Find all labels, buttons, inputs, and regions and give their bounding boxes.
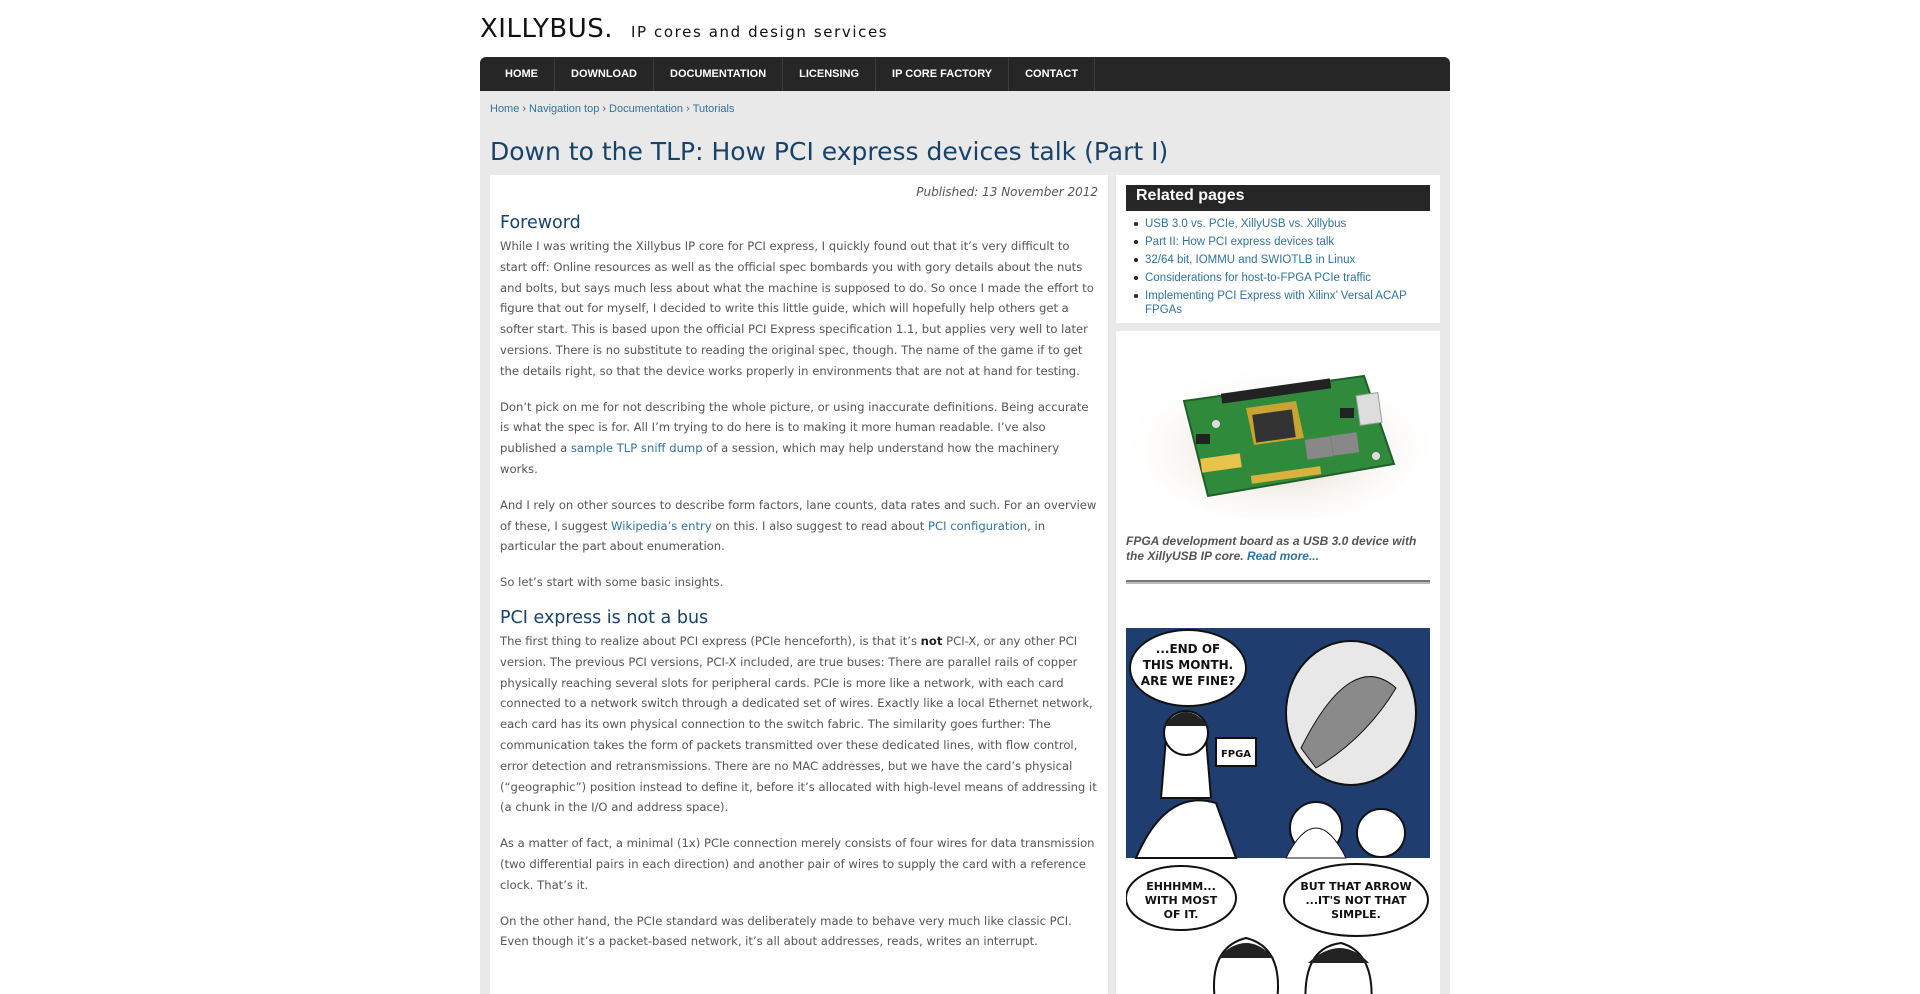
logo-tagline: IP cores and design services — [631, 23, 889, 41]
list-item: Part II: How PCI express devices talk — [1126, 235, 1430, 249]
paragraph: While I was writing the Xillybus IP core… — [500, 239, 1094, 378]
sidebar-promo-box: FPGA development board as a USB 3.0 devi… — [1116, 331, 1440, 994]
svg-text:OF IT.: OF IT. — [1164, 908, 1199, 921]
article-content: Published: 13 November 2012 Foreword Whi… — [490, 175, 1108, 994]
section-title-foreword: Foreword — [500, 213, 581, 233]
paragraph: So let’s start with some basic insights. — [500, 575, 724, 590]
breadcrumb-separator: › — [686, 103, 690, 115]
published-date: Published: 13 November 2012 — [916, 185, 1098, 199]
paragraph: And I rely on other sources to describe … — [500, 495, 1098, 557]
related-link[interactable]: Considerations for host-to-FPGA PCIe tra… — [1145, 272, 1371, 284]
list-item: Considerations for host-to-FPGA PCIe tra… — [1126, 271, 1430, 285]
svg-text:WITH MOST: WITH MOST — [1145, 894, 1218, 907]
page-body: Home › Navigation top › Documentation › Tutori… — [480, 91, 1450, 994]
breadcrumb-home[interactable]: Home — [490, 103, 519, 115]
page-title: Down to the TLP: How PCI express devices… — [490, 137, 1169, 166]
sample-tlp-link[interactable]: sample TLP sniff dump — [571, 441, 703, 455]
paragraph: The first thing to realize about PCI exp… — [500, 631, 1098, 818]
list-item: USB 3.0 vs. PCIe, XillyUSB vs. Xillybus — [1126, 217, 1430, 231]
nav-contact[interactable]: CONTACT — [1009, 57, 1096, 91]
breadcrumb: Home › Navigation top › Documentation › Tutori… — [490, 103, 734, 115]
comic-bubble-3: BUT THAT ARROW — [1300, 880, 1411, 893]
breadcrumb-separator: › — [522, 103, 527, 115]
svg-text:ARE WE FINE?: ARE WE FINE? — [1141, 674, 1235, 688]
related-link[interactable]: Part II: How PCI express devices talk — [1145, 236, 1334, 248]
comic-bubble-1: ...END OF — [1156, 642, 1220, 656]
site-logo[interactable]: XILLYBUS. IP cores and design services — [480, 14, 888, 44]
pci-configuration-link[interactable]: PCI configuration — [928, 519, 1027, 533]
svg-text:...IT'S NOT THAT: ...IT'S NOT THAT — [1305, 894, 1407, 907]
related-link[interactable]: 32/64 bit, IOMMU and SWIOTLB in Linux — [1145, 254, 1355, 266]
related-pages-list: USB 3.0 vs. PCIe, XillyUSB vs. Xillybus … — [1126, 217, 1430, 317]
breadcrumb-navigation-top[interactable]: Navigation top — [529, 103, 599, 115]
nav-ip-core-factory[interactable]: IP CORE FACTORY — [876, 57, 1010, 91]
divider — [1126, 580, 1430, 584]
nav-home[interactable]: HOME — [489, 57, 555, 91]
related-pages-title: Related pages — [1126, 185, 1430, 211]
logo-text: XILLYBUS. — [480, 14, 614, 44]
wikipedia-link[interactable]: Wikipedia’s entry — [611, 519, 712, 533]
svg-text:THIS MONTH.: THIS MONTH. — [1143, 658, 1234, 672]
paragraph: As a matter of fact, a minimal (1x) PCIe… — [500, 836, 1095, 892]
comic-bubble-2: EHHHMM... — [1146, 880, 1216, 893]
breadcrumb-documentation[interactable]: Documentation — [609, 103, 683, 115]
page-wrapper: XILLYBUS. IP cores and design services H… — [480, 0, 1450, 994]
bold-text: not — [920, 633, 943, 648]
related-pages-box: Related pages USB 3.0 vs. PCIe, XillyUSB… — [1116, 175, 1440, 323]
board-caption: FPGA development board as a USB 3.0 devi… — [1126, 534, 1430, 564]
comic-image: ...END OF THIS MONTH. ARE WE FINE? FPGA — [1125, 628, 1430, 994]
paragraph: Don’t pick on me for not describing the … — [500, 397, 1098, 480]
nav-download[interactable]: DOWNLOAD — [555, 57, 654, 91]
svg-text:SIMPLE.: SIMPLE. — [1331, 908, 1381, 921]
text: PCI-X, or any other PCI version. The pre… — [500, 633, 1097, 815]
text: The first thing to realize about PCI exp… — [500, 633, 921, 648]
list-item: Implementing PCI Express with Xilinx’ Ve… — [1126, 289, 1430, 317]
breadcrumb-separator: › — [602, 103, 607, 115]
nav-documentation[interactable]: DOCUMENTATION — [654, 57, 784, 91]
comic-fpga-label: FPGA — [1221, 749, 1251, 760]
text: on this. I also suggest to read about — [711, 518, 929, 533]
section-title-not-a-bus: PCI express is not a bus — [500, 607, 709, 628]
related-link[interactable]: Implementing PCI Express with Xilinx’ Ve… — [1145, 290, 1406, 316]
comic-illustration: ...END OF THIS MONTH. ARE WE FINE? FPGA — [1125, 628, 1430, 994]
fpga-board-illustration — [1131, 361, 1430, 521]
fpga-board-image[interactable] — [1126, 346, 1430, 522]
read-more-link[interactable]: Read more... — [1247, 549, 1319, 563]
paragraph: On the other hand, the PCIe standard was… — [500, 913, 1072, 949]
main-nav: HOME DOWNLOAD DOCUMENTATION LICENSING IP… — [480, 57, 1450, 91]
breadcrumb-tutorials[interactable]: Tutorials — [693, 103, 735, 115]
related-link[interactable]: USB 3.0 vs. PCIe, XillyUSB vs. Xillybus — [1145, 218, 1346, 230]
list-item: 32/64 bit, IOMMU and SWIOTLB in Linux — [1126, 253, 1430, 267]
nav-licensing[interactable]: LICENSING — [783, 57, 877, 91]
